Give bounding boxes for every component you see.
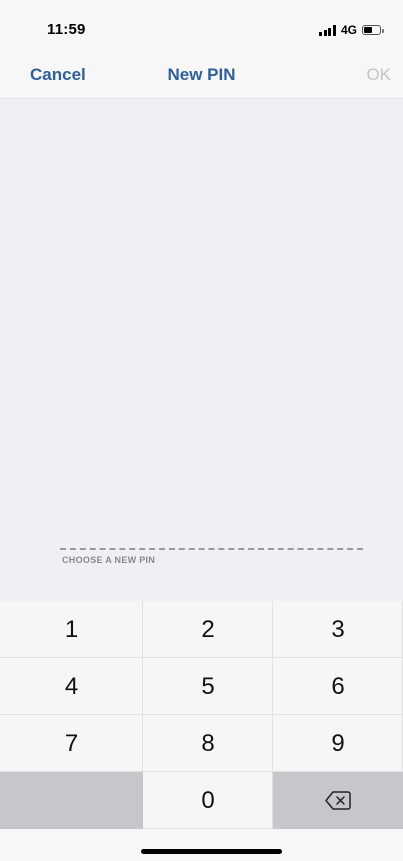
pin-entry-area: CHOOSE A NEW PIN (0, 99, 403, 601)
status-bar: 11:59 4G (0, 0, 403, 60)
key-5[interactable]: 5 (143, 658, 273, 715)
status-indicators: 4G (319, 23, 384, 37)
ok-button[interactable]: OK (366, 65, 391, 85)
delete-key[interactable] (273, 772, 403, 829)
key-3[interactable]: 3 (273, 601, 403, 658)
signal-strength-icon (319, 24, 336, 36)
status-time: 11:59 (47, 21, 86, 38)
home-indicator[interactable] (141, 849, 282, 854)
key-0[interactable]: 0 (143, 772, 273, 829)
key-6[interactable]: 6 (273, 658, 403, 715)
key-1[interactable]: 1 (0, 601, 143, 658)
network-type: 4G (340, 23, 357, 37)
key-9[interactable]: 9 (273, 715, 403, 772)
key-blank (0, 772, 143, 829)
home-area (0, 829, 403, 861)
key-8[interactable]: 8 (143, 715, 273, 772)
battery-icon (362, 25, 384, 35)
battery-level (364, 27, 373, 33)
key-7[interactable]: 7 (0, 715, 143, 772)
page-title: New PIN (167, 65, 236, 84)
key-2[interactable]: 2 (143, 601, 273, 658)
key-4[interactable]: 4 (0, 658, 143, 715)
navigation-bar: Cancel New PIN OK (0, 60, 403, 99)
pin-input-field[interactable] (60, 548, 363, 550)
backspace-icon (325, 791, 351, 810)
numeric-keypad: 1 2 3 4 5 6 7 8 9 0 (0, 601, 403, 829)
pin-caption: CHOOSE A NEW PIN (62, 555, 156, 565)
